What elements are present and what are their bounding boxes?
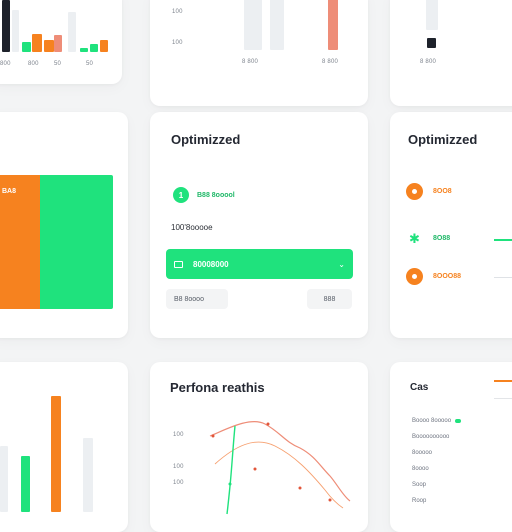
star-icon: ✱	[406, 230, 423, 247]
optimized-list-card: Optimizzed 8OO8 ✱ 8O88 8OOO88	[390, 112, 512, 338]
list-item[interactable]: Roop	[412, 498, 426, 504]
list-item[interactable]: Boooo 8ooooo	[412, 418, 462, 424]
bar-chart-area	[2, 0, 108, 52]
top-middle-chart-card: 100 100 8 800 8 800	[150, 0, 368, 106]
card-title: Optimizzed	[171, 132, 241, 147]
performance-chart-card: Perfona reathis 100 100 100	[150, 362, 368, 532]
chart-bar	[51, 396, 61, 512]
chart-bar	[90, 44, 98, 52]
chart-bar	[68, 12, 76, 52]
x-tick-label: 8 800	[322, 59, 339, 65]
list: Boooo 8ooooo Boooooooooo 8ooooo 8oooo So…	[412, 418, 512, 518]
list-item[interactable]: Boooooooooo	[412, 434, 449, 440]
middle-left-card: BA8	[0, 112, 128, 338]
bar-chart-area	[0, 382, 110, 512]
bar-chart-area	[204, 0, 354, 50]
x-tick-label: 50	[54, 61, 62, 67]
series-line-orange-secondary	[214, 441, 344, 509]
y-tick-label: 100	[172, 40, 183, 46]
primary-button-label: 80008000	[193, 259, 229, 269]
data-point	[266, 422, 270, 426]
secondary-right-button[interactable]: 888	[307, 289, 352, 309]
y-tick-label: 100	[173, 464, 184, 470]
data-point	[228, 482, 232, 486]
top-right-chart-card: 8 800	[390, 0, 512, 106]
step-number: 1	[178, 190, 184, 200]
chart-bar	[83, 438, 93, 512]
step-label: B88 8ooool	[197, 191, 235, 199]
secondary-left-button[interactable]: B8 8oooo	[166, 289, 228, 309]
x-tick-label: 800	[0, 61, 11, 67]
secondary-left-label: B8 8oooo	[174, 295, 204, 303]
chart-bar	[427, 38, 436, 48]
divider	[494, 239, 512, 241]
section-label: 100'8ooooe	[171, 223, 213, 232]
chart-bar	[244, 0, 262, 50]
chart-bar	[2, 0, 10, 52]
secondary-right-label: 888	[323, 295, 336, 303]
top-left-chart-card: 800 800 50 50	[0, 0, 122, 84]
status-dot-icon	[455, 419, 462, 423]
list-item-label: 8OOO88	[433, 273, 462, 280]
list-item[interactable]: Soop	[412, 482, 426, 488]
divider	[494, 277, 512, 278]
chevron-down-icon: ⌄	[338, 259, 345, 269]
chart-bar	[54, 35, 62, 52]
card-title: Cas	[410, 382, 429, 393]
circle-icon	[406, 268, 423, 285]
chart-bar	[328, 0, 338, 50]
chart-bar	[426, 0, 438, 30]
divider	[494, 380, 512, 382]
x-tick-label: 8 800	[242, 59, 259, 65]
series-line-green	[226, 425, 236, 515]
x-tick-label: 50	[86, 61, 94, 67]
folder-icon	[174, 260, 183, 268]
orange-block	[0, 175, 40, 309]
list-item-label: 8OO8	[433, 188, 452, 195]
card-title: Perfona reathis	[170, 380, 265, 395]
block-label: BA8	[2, 188, 17, 195]
chart-bar	[21, 456, 30, 512]
primary-action-button[interactable]: 80008000 ⌄	[166, 249, 353, 279]
button-content: 80008000	[174, 260, 229, 269]
chart-bar	[80, 48, 88, 52]
chart-bar	[270, 0, 284, 50]
chart-bar	[100, 40, 108, 52]
bottom-right-list-card: Cas Boooo 8ooooo Boooooooooo 8ooooo 8ooo…	[390, 362, 512, 532]
list-item[interactable]: ✱ 8O88	[406, 230, 450, 247]
chart-bar	[0, 446, 8, 512]
card-title: Optimizzed	[408, 132, 478, 147]
chart-bar	[32, 34, 42, 52]
green-block	[40, 175, 113, 309]
x-tick-label: 800	[28, 61, 39, 67]
list-item[interactable]: 8oooo	[412, 466, 429, 472]
list-item[interactable]: 8OOO88	[406, 268, 461, 285]
data-point	[298, 486, 302, 490]
series-line-orange	[209, 421, 351, 502]
list-item-label: Boooo 8ooooo	[412, 418, 452, 424]
y-tick-label: 100	[173, 432, 184, 438]
y-tick-label: 100	[173, 480, 184, 486]
line-chart	[209, 421, 351, 515]
divider	[494, 398, 512, 399]
x-tick-label: 8 800	[420, 59, 437, 65]
data-point	[328, 498, 332, 502]
step-number-badge: 1	[173, 187, 189, 203]
data-point	[253, 467, 257, 471]
list-item-label: 8O88	[433, 235, 451, 242]
data-point	[211, 434, 215, 438]
list-item[interactable]: 8ooooo	[412, 450, 432, 456]
circle-icon	[406, 183, 423, 200]
chart-bar	[44, 40, 54, 52]
optimized-card: Optimizzed 1 B88 8ooool 100'8ooooe 80008…	[150, 112, 368, 338]
y-tick-label: 100	[172, 9, 183, 15]
bottom-left-chart-card	[0, 362, 128, 532]
list-item[interactable]: 8OO8	[406, 183, 452, 200]
step-row[interactable]: 1 B88 8ooool	[173, 187, 235, 203]
chart-bar	[12, 10, 19, 52]
chart-bar	[22, 42, 31, 52]
